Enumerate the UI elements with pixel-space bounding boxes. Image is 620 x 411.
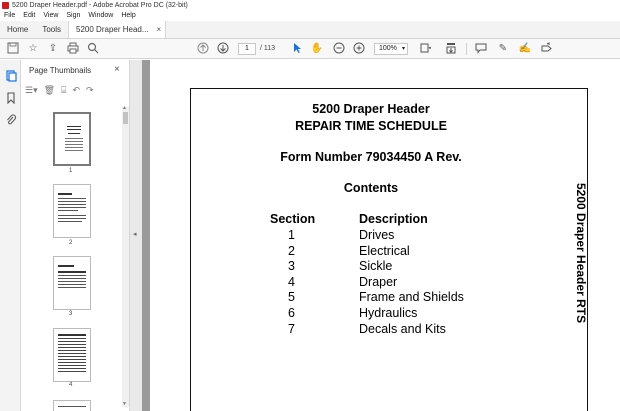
menu-help[interactable]: Help	[121, 11, 135, 21]
previous-page-icon[interactable]	[196, 42, 210, 56]
extract-pages-icon[interactable]: ⌸	[61, 85, 66, 96]
side-title-wrapper: 5200 Draper Header RTS	[571, 183, 597, 329]
chevron-down-icon: ▾	[401, 46, 405, 52]
page-thumbnail-1[interactable]	[53, 112, 91, 166]
doc-side-title: 5200 Draper Header RTS	[574, 183, 588, 324]
tab-home[interactable]: Home	[0, 21, 35, 38]
page-thumbnails-panel: Page Thumbnails × ☰▾ 🗑 ⌸ ↶ ↷ 1 2 3 4 ▲ ▼	[21, 60, 130, 411]
thumbnail-label: 1	[69, 168, 73, 174]
tab-tools[interactable]: Tools	[35, 21, 68, 38]
panel-close-icon[interactable]: ×	[114, 64, 120, 75]
pdf-page: 5200 Draper Header REPAIR TIME SCHEDULE …	[150, 60, 620, 411]
page-thumbnail-4[interactable]	[53, 328, 91, 382]
section-column-header: Section	[270, 212, 316, 226]
zoom-in-icon[interactable]	[352, 42, 366, 56]
page-thumbnail-5[interactable]	[53, 400, 91, 411]
comment-icon[interactable]	[474, 42, 488, 56]
page-border-frame: 5200 Draper Header REPAIR TIME SCHEDULE …	[190, 88, 588, 411]
collapse-left-icon[interactable]: ◂	[133, 230, 137, 238]
section-description: Draper	[359, 275, 398, 289]
section-description: Sickle	[359, 259, 393, 273]
panel-title: Page Thumbnails	[29, 66, 92, 75]
menu-sign[interactable]: Sign	[66, 11, 80, 21]
bookmarks-icon[interactable]	[4, 92, 17, 105]
acrobat-app-icon	[2, 2, 9, 9]
thumbnail-scrollbar-thumb[interactable]	[123, 112, 128, 124]
select-cursor-icon[interactable]	[290, 42, 304, 56]
menu-window[interactable]: Window	[88, 11, 113, 21]
window-title: 5200 Draper Header.pdf - Adobe Acrobat P…	[12, 2, 188, 9]
tab-document-label: 5200 Draper Head...	[76, 24, 149, 34]
section-description: Decals and Kits	[359, 322, 446, 336]
thumbnail-options-icon[interactable]: ☰▾	[25, 85, 38, 96]
menu-file[interactable]: File	[4, 11, 15, 21]
section-description: Hydraulics	[359, 306, 418, 320]
current-page-input[interactable]: 1	[238, 43, 256, 55]
thumbnail-scrollbar[interactable]	[122, 107, 129, 407]
menu-view[interactable]: View	[43, 11, 58, 21]
menu-bar: File Edit View Sign Window Help	[0, 11, 620, 21]
rotate-left-icon[interactable]: ↶	[72, 85, 80, 96]
draw-signature-icon[interactable]: ✍	[518, 42, 532, 56]
upload-icon[interactable]: ⇪	[46, 42, 60, 56]
zoom-level-value: 100%	[379, 45, 397, 52]
doc-form-number: Form Number 79034450 A Rev.	[280, 150, 462, 164]
total-pages-label: / 113	[260, 45, 276, 52]
scroll-up-icon[interactable]: ▲	[122, 105, 127, 111]
find-icon[interactable]	[86, 42, 100, 56]
fill-sign-icon[interactable]	[540, 42, 554, 56]
section-number: 5	[288, 290, 295, 304]
doc-contents-heading: Contents	[343, 181, 399, 195]
print-icon[interactable]	[66, 42, 80, 56]
thumbnail-label: 4	[69, 382, 73, 388]
left-navigation-rail	[0, 60, 21, 411]
thumbnail-tools: ☰▾ 🗑 ⌸ ↶ ↷	[25, 82, 125, 98]
section-number: 4	[288, 275, 295, 289]
main-toolbar: ☆ ⇪ 1 / 113 ✋ 100% ▾ ✎ ✍	[0, 39, 620, 59]
section-number: 7	[288, 322, 295, 336]
section-number: 6	[288, 306, 295, 320]
scroll-mode-icon[interactable]	[444, 42, 458, 56]
page-thumbnail-3[interactable]	[53, 256, 91, 310]
toolbar-divider	[466, 43, 467, 55]
zoom-level-select[interactable]: 100% ▾	[374, 43, 408, 55]
section-description: Drives	[359, 228, 395, 242]
scroll-down-icon[interactable]: ▼	[122, 401, 127, 407]
delete-pages-icon[interactable]: 🗑	[44, 85, 55, 96]
highlight-pen-icon[interactable]: ✎	[496, 42, 510, 56]
thumbnail-label: 3	[69, 311, 73, 317]
page-fit-icon[interactable]	[418, 42, 432, 56]
section-number: 3	[288, 259, 295, 273]
doc-subtitle: REPAIR TIME SCHEDULE	[295, 119, 447, 133]
attachments-paperclip-icon[interactable]	[4, 114, 17, 127]
zoom-out-icon[interactable]	[332, 42, 346, 56]
hand-tool-icon[interactable]: ✋	[310, 42, 324, 56]
description-column-header: Description	[359, 212, 428, 226]
tab-close-icon[interactable]: ×	[157, 21, 162, 39]
panel-collapse-strip[interactable]: ◂	[130, 60, 142, 411]
section-description: Electrical	[359, 244, 410, 258]
window-title-bar: 5200 Draper Header.pdf - Adobe Acrobat P…	[0, 0, 620, 11]
section-number: 2	[288, 244, 295, 258]
tab-document[interactable]: 5200 Draper Head... ×	[68, 21, 167, 39]
rotate-right-icon[interactable]: ↷	[86, 85, 94, 96]
doc-title: 5200 Draper Header	[312, 102, 430, 116]
next-page-icon[interactable]	[216, 42, 230, 56]
tab-bar: Home Tools 5200 Draper Head... ×	[0, 21, 620, 39]
menu-edit[interactable]: Edit	[23, 11, 35, 21]
page-thumbnails-icon[interactable]	[4, 70, 17, 83]
page-thumbnail-2[interactable]	[53, 184, 91, 238]
section-description: Frame and Shields	[359, 290, 464, 304]
section-number: 1	[288, 228, 295, 242]
save-icon[interactable]	[6, 42, 20, 56]
thumbnail-label: 2	[69, 240, 73, 246]
document-view[interactable]: 5200 Draper Header REPAIR TIME SCHEDULE …	[142, 60, 620, 411]
bookmark-star-icon[interactable]: ☆	[26, 42, 40, 56]
